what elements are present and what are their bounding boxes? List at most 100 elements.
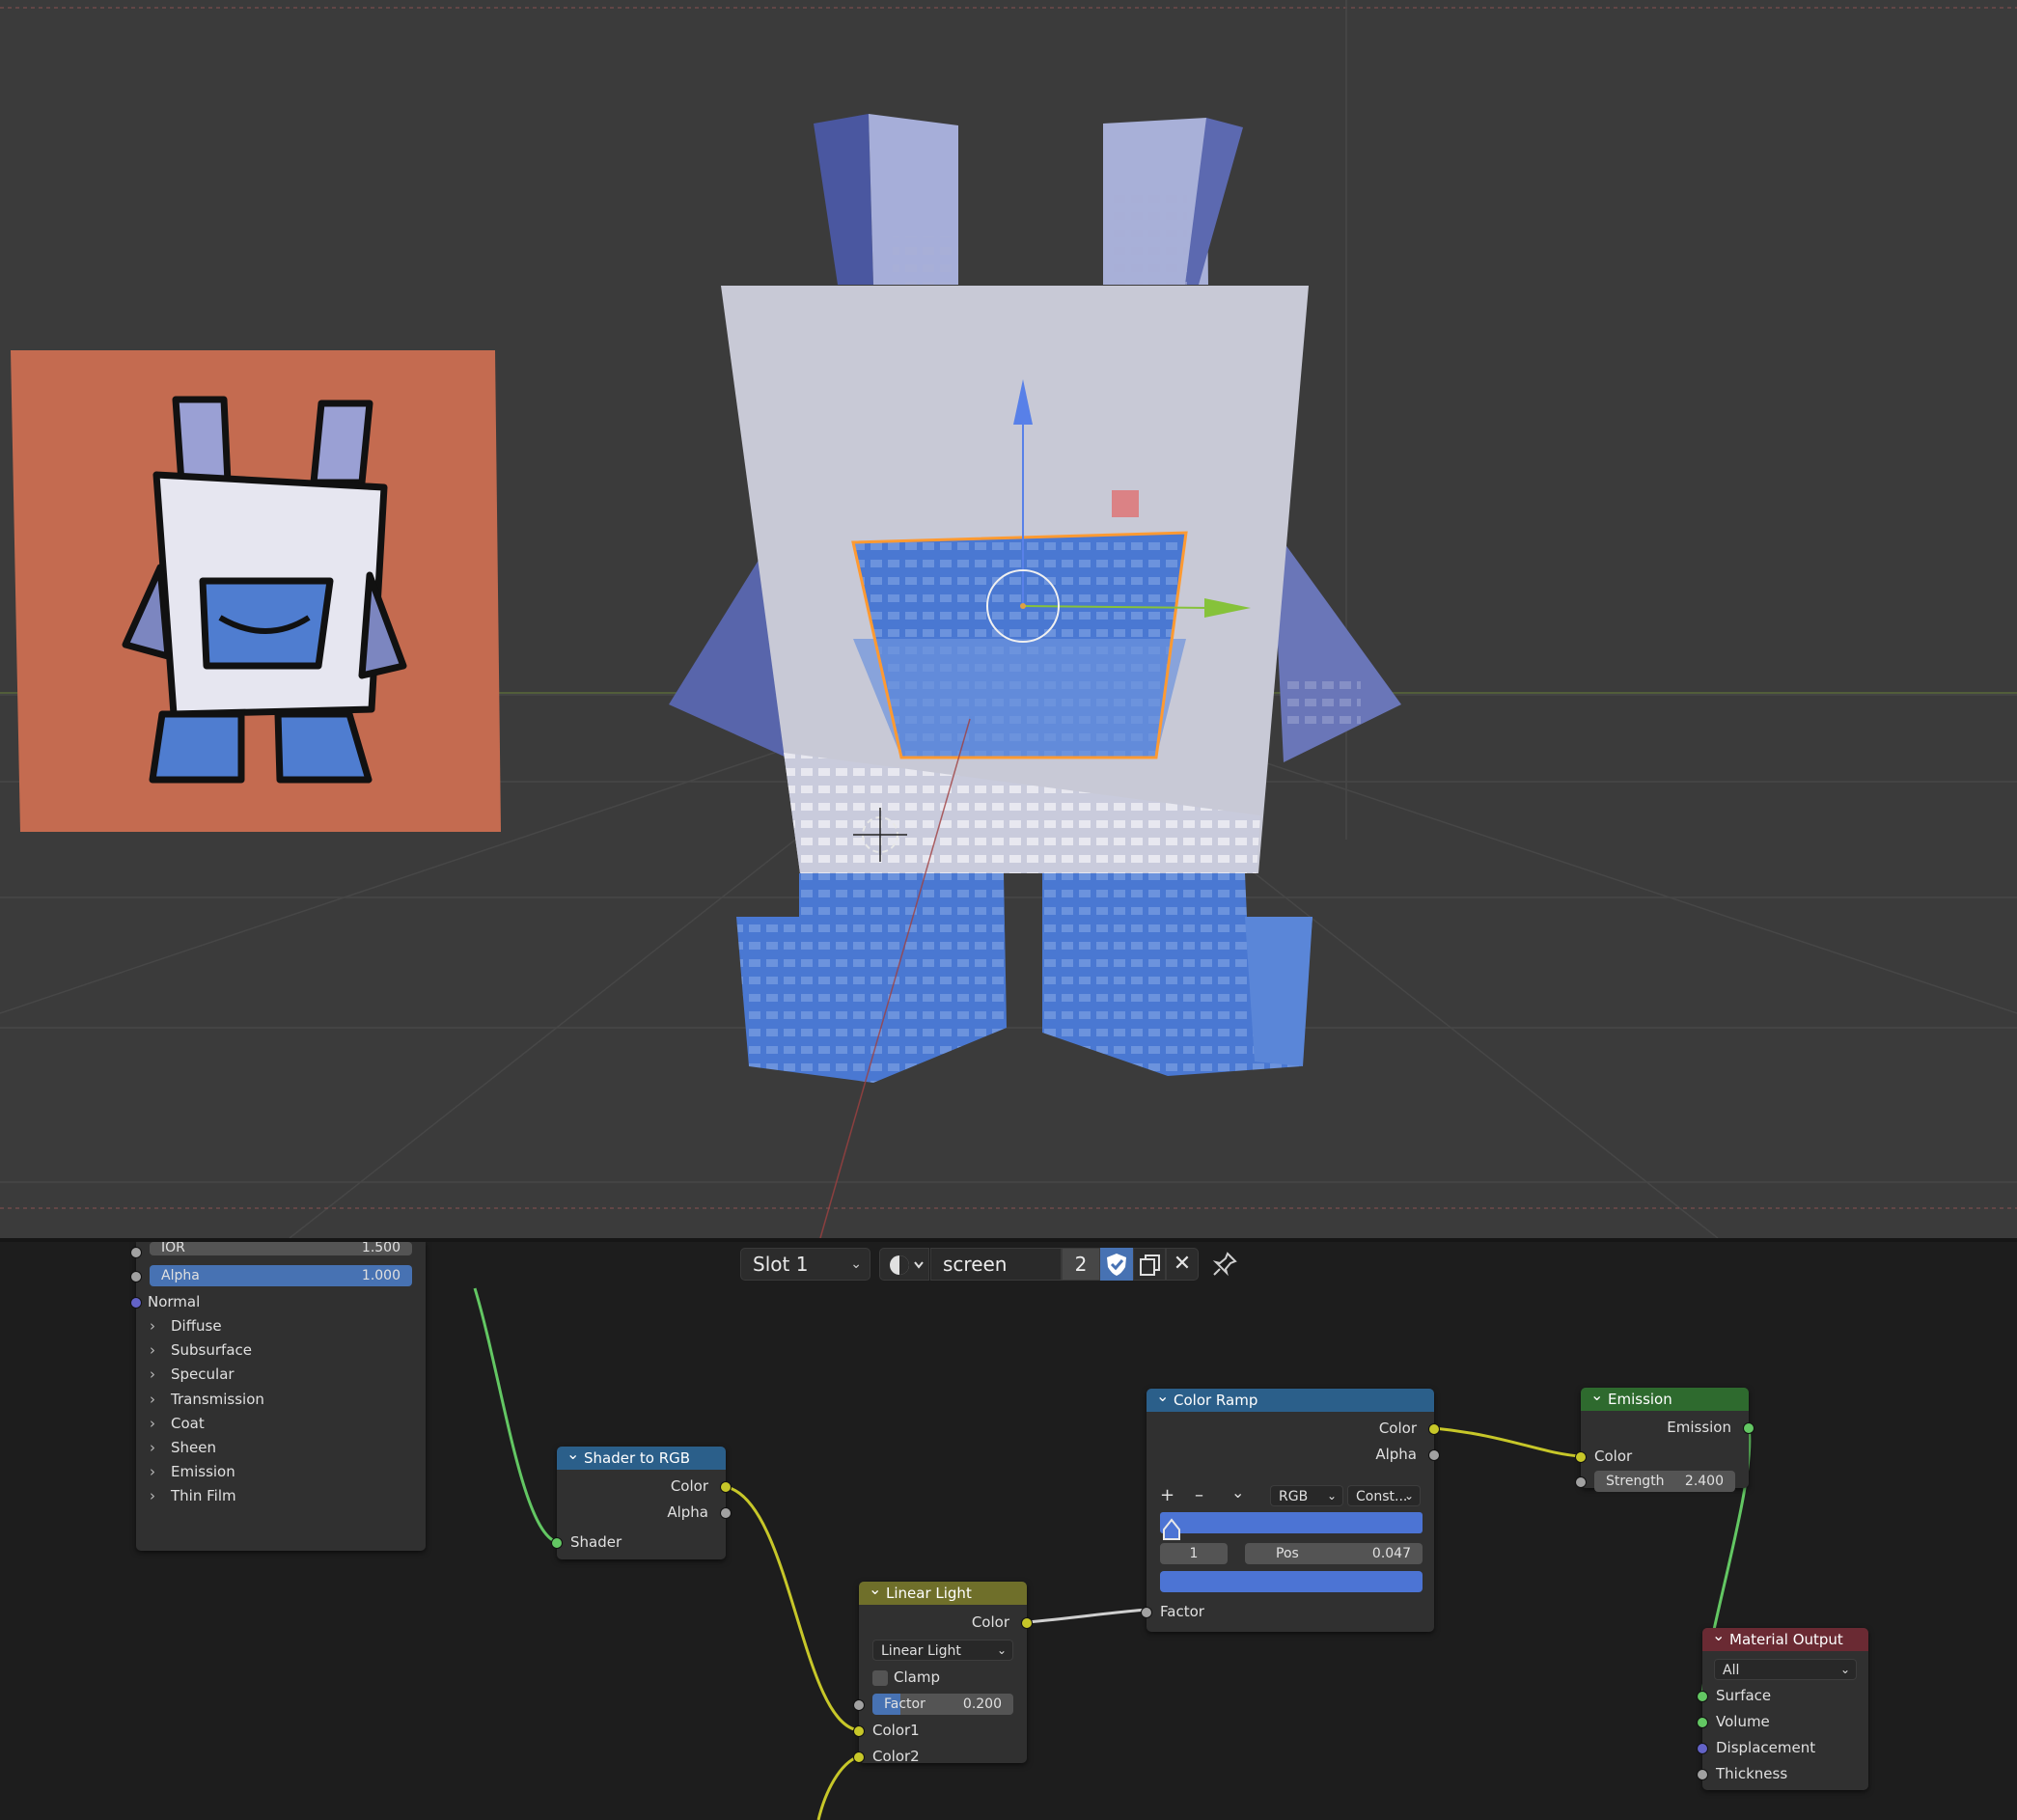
ior-label: IOR	[161, 1242, 185, 1255]
duplicate-material-button[interactable]	[1133, 1248, 1166, 1281]
chevron-right-icon: ›	[150, 1341, 155, 1360]
mix-color-output-socket[interactable]	[1021, 1617, 1033, 1629]
shader-node-editor[interactable]: Slot 1 ⌄ screen 2 ✕ IOR 1.500 Alpha 1.00…	[0, 1242, 2017, 1820]
material-name-field[interactable]: screen	[930, 1248, 1062, 1281]
material-slot-dropdown[interactable]: Slot 1 ⌄	[740, 1248, 870, 1281]
strength-socket[interactable]	[1575, 1476, 1587, 1488]
chevron-right-icon: ›	[150, 1365, 155, 1384]
panel-section-diffuse[interactable]: › Diffuse	[150, 1314, 222, 1338]
interpolation-dropdown[interactable]: Const... ⌄	[1347, 1485, 1421, 1506]
linear-light-title[interactable]: Linear Light	[859, 1578, 1027, 1605]
normal-socket[interactable]	[130, 1297, 142, 1309]
color-ramp-title[interactable]: Color Ramp	[1147, 1385, 1434, 1412]
strength-field[interactable]: Strength 2.400	[1594, 1471, 1735, 1492]
user-count-button[interactable]: 2	[1062, 1248, 1100, 1281]
ramp-factor-socket[interactable]	[1141, 1607, 1152, 1618]
shader-input-socket[interactable]	[551, 1537, 563, 1549]
volume-label: Volume	[1716, 1713, 1770, 1730]
panel-section-coat[interactable]: › Coat	[150, 1412, 205, 1436]
chevron-right-icon: ›	[150, 1487, 155, 1505]
ior-socket[interactable]	[130, 1247, 142, 1258]
stop-color-swatch[interactable]	[1160, 1571, 1423, 1592]
ramp-color-output: Color	[1147, 1418, 1440, 1439]
clamp-checkbox[interactable]	[872, 1669, 888, 1686]
ramp-gradient-bar[interactable]	[1160, 1512, 1423, 1533]
panel-section-thin-film[interactable]: › Thin Film	[150, 1484, 236, 1508]
factor-socket[interactable]	[853, 1699, 865, 1711]
emission-title[interactable]: Emission	[1581, 1384, 1749, 1411]
color-ramp-node[interactable]: Color Ramp Color Alpha + – ⌄ RGB ⌄ Const…	[1141, 1385, 1440, 1632]
fake-user-button[interactable]	[1100, 1248, 1133, 1281]
shader-to-rgb-node[interactable]: Shader to RGB Color Alpha Shader	[551, 1443, 732, 1559]
material-output-title[interactable]: Material Output	[1702, 1624, 1868, 1651]
surface-socket[interactable]	[1697, 1691, 1708, 1702]
panel-section-emission[interactable]: › Emission	[150, 1460, 235, 1484]
color1-input-socket[interactable]	[853, 1725, 865, 1737]
thickness-socket[interactable]	[1697, 1769, 1708, 1780]
ramp-alpha-output-socket[interactable]	[1428, 1449, 1440, 1461]
chevron-right-icon: ›	[150, 1414, 155, 1432]
duplicate-material-icon	[1140, 1255, 1160, 1276]
alpha-output-socket[interactable]	[720, 1507, 732, 1519]
clamp-checkbox-row[interactable]: Clamp	[872, 1667, 940, 1688]
ramp-color-output-label: Color	[1378, 1420, 1417, 1437]
normal-label: Normal	[148, 1293, 201, 1310]
color-output-socket[interactable]	[720, 1481, 732, 1493]
volume-socket[interactable]	[1697, 1717, 1708, 1728]
color2-input: Color2	[853, 1746, 1027, 1767]
displacement-socket[interactable]	[1697, 1743, 1708, 1754]
shader-to-rgb-title[interactable]: Shader to RGB	[557, 1443, 726, 1470]
output-target-value: All	[1723, 1663, 1740, 1678]
panel-section-label: Transmission	[171, 1390, 264, 1408]
reference-image-plane[interactable]	[11, 350, 501, 832]
ior-field[interactable]: IOR 1.500	[150, 1242, 412, 1255]
ior-value: 1.500	[361, 1242, 401, 1255]
ramp-color-output-socket[interactable]	[1428, 1423, 1440, 1435]
chevron-right-icon: ›	[150, 1390, 155, 1408]
surface-label: Surface	[1716, 1687, 1772, 1704]
shader-input: Shader	[551, 1531, 726, 1553]
principled-bsdf-node[interactable]: IOR 1.500 Alpha 1.000 Normal › Diffuse › Su…	[130, 1242, 426, 1551]
ramp-alpha-output: Alpha	[1147, 1444, 1440, 1465]
stop-pos-field[interactable]: Pos 0.047	[1245, 1543, 1423, 1564]
emission-node[interactable]: Emission Emission Color Strength 2.400	[1575, 1384, 1755, 1492]
add-stop-button[interactable]: +	[1160, 1485, 1179, 1505]
emission-output-label: Emission	[1667, 1419, 1731, 1436]
ramp-stop-handle[interactable]	[1158, 1514, 1187, 1543]
panel-section-subsurface[interactable]: › Subsurface	[150, 1338, 252, 1363]
linear-light-node[interactable]: Linear Light Color Linear Light ⌄ Clamp …	[853, 1578, 1033, 1765]
emission-output-socket[interactable]	[1743, 1422, 1755, 1434]
volume-input: Volume	[1697, 1711, 1868, 1732]
emission-output: Emission	[1581, 1417, 1755, 1438]
interpolation-value: Const...	[1356, 1489, 1408, 1504]
panel-section-sheen[interactable]: › Sheen	[150, 1436, 216, 1460]
mix-color-output: Color	[859, 1612, 1033, 1633]
viewport-scene	[0, 0, 2017, 1238]
3d-viewport[interactable]	[0, 0, 2017, 1238]
output-target-dropdown[interactable]: All ⌄	[1714, 1659, 1857, 1680]
color-mode-dropdown[interactable]: RGB ⌄	[1270, 1485, 1343, 1506]
ramp-menu-chevron-icon[interactable]: ⌄	[1231, 1483, 1244, 1502]
chevron-right-icon: ›	[150, 1439, 155, 1456]
thickness-input: Thickness	[1697, 1763, 1868, 1784]
panel-section-transmission[interactable]: › Transmission	[150, 1388, 264, 1412]
alpha-socket[interactable]	[130, 1271, 142, 1282]
blend-mode-dropdown[interactable]: Linear Light ⌄	[872, 1640, 1013, 1661]
unlink-x-icon: ✕	[1173, 1252, 1192, 1276]
strength-value: 2.400	[1684, 1474, 1724, 1489]
browse-material-button[interactable]	[879, 1248, 929, 1281]
panel-section-specular[interactable]: › Specular	[150, 1363, 235, 1387]
factor-field[interactable]: Factor 0.200	[872, 1694, 1013, 1715]
alpha-field[interactable]: Alpha 1.000	[150, 1265, 412, 1286]
ramp-factor-input: Factor	[1141, 1601, 1434, 1622]
robot-mesh[interactable]	[669, 114, 1401, 1083]
color-output-label: Color	[670, 1477, 708, 1495]
emission-color-socket[interactable]	[1575, 1451, 1587, 1463]
remove-stop-button[interactable]: –	[1195, 1485, 1214, 1505]
unlink-material-button[interactable]: ✕	[1166, 1248, 1199, 1281]
stop-index-field[interactable]: 1	[1160, 1543, 1228, 1564]
pin-button[interactable]	[1208, 1248, 1241, 1281]
material-output-node[interactable]: Material Output All ⌄ Surface Volume Dis…	[1697, 1624, 1868, 1790]
color2-input-socket[interactable]	[853, 1751, 865, 1763]
displacement-label: Displacement	[1716, 1739, 1816, 1756]
